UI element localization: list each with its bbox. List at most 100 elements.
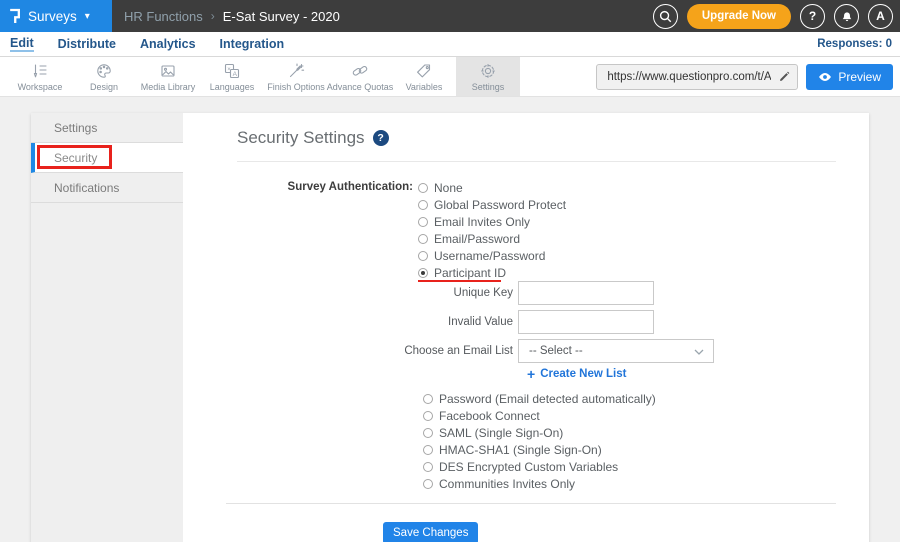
search-button[interactable] <box>653 4 678 29</box>
radio-option-username-password[interactable]: Username/Password <box>418 247 566 264</box>
create-new-list-link[interactable]: + Create New List <box>527 367 626 381</box>
eye-icon <box>818 72 832 82</box>
radio-option-label: Email Invites Only <box>434 215 530 229</box>
toolbar-item-media-library[interactable]: Media Library <box>136 57 200 96</box>
toolbar-item-finish-options[interactable]: Finish Options <box>264 57 328 96</box>
settings-gear-icon <box>479 62 497 80</box>
radio-icon[interactable] <box>423 445 433 455</box>
sidebar-item-label: Security <box>54 151 97 165</box>
radio-option-label: SAML (Single Sign-On) <box>439 426 563 440</box>
toolbar-label: Variables <box>406 82 443 92</box>
invalid-value-label: Invalid Value <box>237 316 518 328</box>
security-settings-panel: Security Settings ? Survey Authenticatio… <box>183 113 869 542</box>
radio-option-saml[interactable]: SAML (Single Sign-On) <box>423 424 836 441</box>
settings-card: Settings Security Notifications Security… <box>31 113 869 542</box>
workspace-icon <box>31 62 49 80</box>
sidebar-item-settings[interactable]: Settings <box>31 113 183 143</box>
toolbar-item-workspace[interactable]: Workspace <box>8 57 72 96</box>
radio-option-password-email[interactable]: Password (Email detected automatically) <box>423 390 836 407</box>
toolbar-item-variables[interactable]: Variables <box>392 57 456 96</box>
questionpro-app: Surveys ▾ HR Functions › E-Sat Survey - … <box>0 0 900 542</box>
radio-icon[interactable] <box>418 217 428 227</box>
tab-distribute[interactable]: Distribute <box>58 37 116 51</box>
radio-option-hmac-sha1[interactable]: HMAC-SHA1 (Single Sign-On) <box>423 441 836 458</box>
sidebar-item-label: Settings <box>54 121 97 135</box>
radio-option-global-password[interactable]: Global Password Protect <box>418 196 566 213</box>
form-divider <box>226 503 836 504</box>
tab-analytics[interactable]: Analytics <box>140 37 196 51</box>
questionpro-logo <box>8 7 21 26</box>
radio-option-facebook-connect[interactable]: Facebook Connect <box>423 407 836 424</box>
toolbar-label: Settings <box>472 82 505 92</box>
variables-tag-icon <box>415 62 433 80</box>
product-switcher[interactable]: Surveys ▾ <box>0 0 112 32</box>
radio-icon[interactable] <box>423 428 433 438</box>
radio-option-email-invites[interactable]: Email Invites Only <box>418 213 566 230</box>
radio-option-label: Email/Password <box>434 232 520 246</box>
tab-integration[interactable]: Integration <box>220 37 285 51</box>
toolbar-item-design[interactable]: Design <box>72 57 136 96</box>
design-palette-icon <box>95 62 113 80</box>
responses-count[interactable]: Responses: 0 <box>817 38 892 50</box>
avatar-button[interactable]: A <box>868 4 893 29</box>
preview-button[interactable]: Preview <box>806 64 893 90</box>
email-list-select[interactable]: -- Select -- <box>518 339 714 363</box>
save-changes-button[interactable]: Save Changes <box>383 522 478 542</box>
help-button[interactable]: ? <box>800 4 825 29</box>
svg-text:A: A <box>233 71 238 78</box>
tab-edit[interactable]: Edit <box>10 36 34 52</box>
toolbar-label: Media Library <box>141 82 196 92</box>
help-badge-icon[interactable]: ? <box>373 130 389 146</box>
radio-option-communities-invites[interactable]: Communities Invites Only <box>423 475 836 492</box>
sidebar-item-label: Notifications <box>54 181 119 195</box>
radio-option-participant-id[interactable]: Participant ID <box>418 264 566 281</box>
notifications-button[interactable] <box>834 4 859 29</box>
title-divider <box>237 161 836 162</box>
radio-icon[interactable] <box>423 462 433 472</box>
radio-option-label: Global Password Protect <box>434 198 566 212</box>
breadcrumb-separator: › <box>211 9 215 23</box>
radio-icon[interactable] <box>423 479 433 489</box>
radio-icon[interactable] <box>423 411 433 421</box>
finish-options-wand-icon <box>287 62 305 80</box>
breadcrumb-folder[interactable]: HR Functions <box>124 9 203 24</box>
radio-option-des-encrypted[interactable]: DES Encrypted Custom Variables <box>423 458 836 475</box>
toolbar-item-languages[interactable]: A × Languages <box>200 57 264 96</box>
product-switcher-label: Surveys <box>28 9 77 24</box>
radio-option-none[interactable]: None <box>418 179 566 196</box>
sidebar-item-security[interactable]: Security <box>31 143 183 173</box>
radio-icon[interactable] <box>418 234 428 244</box>
preview-label: Preview <box>838 70 881 84</box>
radio-option-label: Participant ID <box>434 266 506 280</box>
more-auth-options: Password (Email detected automatically) … <box>423 390 836 492</box>
toolbar-right: Preview <box>596 64 893 90</box>
edit-url-pencil-icon[interactable] <box>778 70 791 88</box>
toolbar-label: Workspace <box>18 82 63 92</box>
plus-icon: + <box>527 367 535 381</box>
page-body: Settings Security Notifications Security… <box>0 98 900 542</box>
auth-options: None Global Password Protect Email Invit… <box>418 179 566 281</box>
radio-option-email-password[interactable]: Email/Password <box>418 230 566 247</box>
top-navbar: Surveys ▾ HR Functions › E-Sat Survey - … <box>0 0 900 32</box>
upgrade-button[interactable]: Upgrade Now <box>687 4 791 29</box>
unique-key-input[interactable] <box>518 281 654 305</box>
radio-icon[interactable] <box>418 200 428 210</box>
radio-icon[interactable] <box>423 394 433 404</box>
breadcrumb-survey-name[interactable]: E-Sat Survey - 2020 <box>223 9 340 24</box>
email-list-selected-value: -- Select -- <box>529 345 583 357</box>
radio-icon-selected[interactable] <box>418 268 428 278</box>
sidebar-item-notifications[interactable]: Notifications <box>31 173 183 203</box>
avatar: A <box>876 9 885 23</box>
toolbar-item-settings[interactable]: Settings <box>456 57 520 96</box>
radio-icon[interactable] <box>418 251 428 261</box>
title-row: Security Settings ? <box>237 127 836 149</box>
create-new-list-label: Create New List <box>540 368 626 380</box>
radio-option-label: HMAC-SHA1 (Single Sign-On) <box>439 443 602 457</box>
unique-key-label: Unique Key <box>237 287 518 299</box>
toolbar-item-advance-quotas[interactable]: Advance Quotas <box>328 57 392 96</box>
radio-icon[interactable] <box>418 183 428 193</box>
invalid-value-input[interactable] <box>518 310 654 334</box>
page-title: Security Settings <box>237 128 365 148</box>
survey-url-input[interactable] <box>596 64 798 90</box>
radio-option-label: None <box>434 181 463 195</box>
